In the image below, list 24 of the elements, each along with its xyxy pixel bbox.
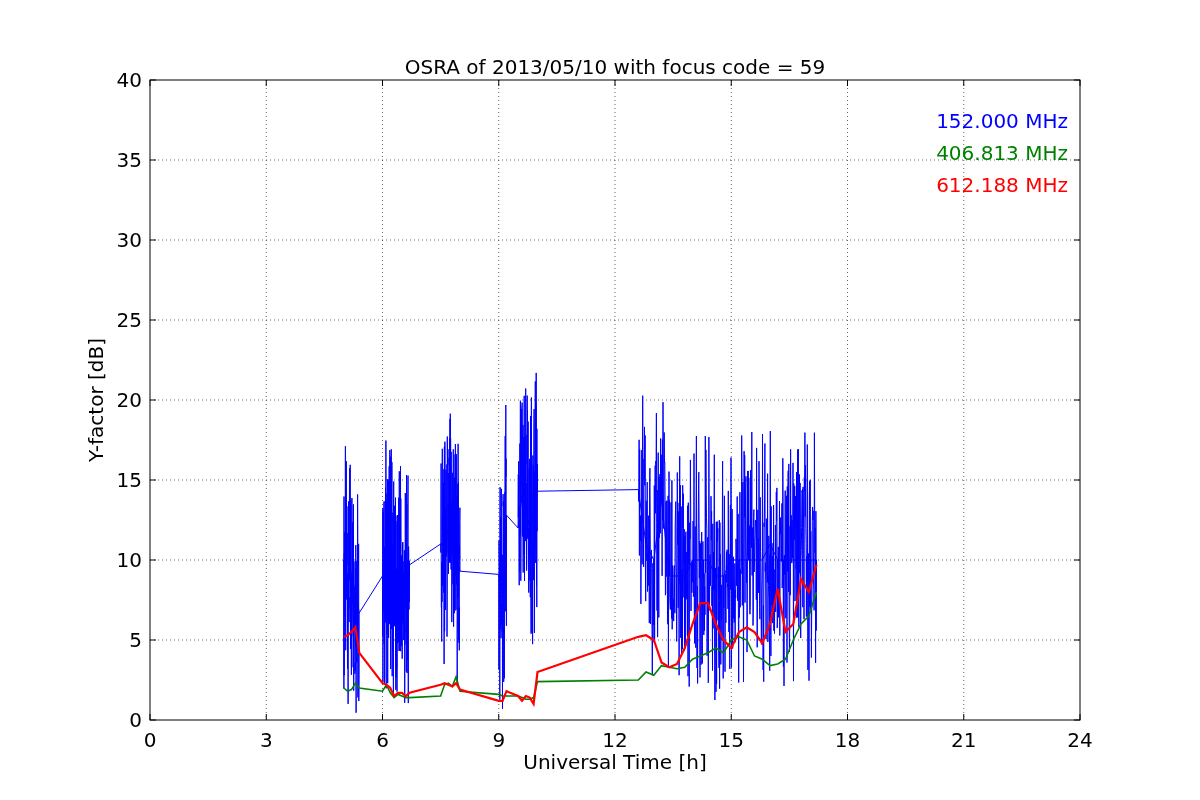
y-axis-label: Y-factor [dB]	[84, 338, 108, 462]
y-tick-label: 20	[116, 388, 142, 412]
x-tick-label: 9	[492, 728, 506, 752]
x-tick-label: 12	[602, 728, 628, 752]
chart-title: OSRA of 2013/05/10 with focus code = 59	[404, 55, 826, 79]
y-tick-label: 10	[116, 548, 142, 572]
x-tick-label: 24	[1067, 728, 1093, 752]
y-tick-label: 0	[129, 708, 142, 732]
y-tick-label: 5	[129, 628, 142, 652]
legend-label: 152.000 MHz	[936, 109, 1068, 133]
x-tick-label: 18	[834, 728, 861, 752]
legend-label: 612.188 MHz	[936, 173, 1068, 197]
x-tick-label: 3	[259, 728, 273, 752]
x-tick-label: 21	[951, 728, 977, 752]
legend-label: 406.813 MHz	[936, 141, 1068, 165]
x-axis-label: Universal Time [h]	[523, 750, 707, 774]
x-tick-label: 15	[718, 728, 744, 752]
x-tick-label: 6	[376, 728, 389, 752]
y-tick-label: 15	[116, 468, 142, 492]
y-tick-label: 35	[116, 148, 142, 172]
y-tick-label: 25	[116, 308, 142, 332]
y-tick-label: 40	[116, 68, 142, 92]
y-tick-label: 30	[116, 228, 142, 252]
x-tick-label: 0	[143, 728, 157, 752]
